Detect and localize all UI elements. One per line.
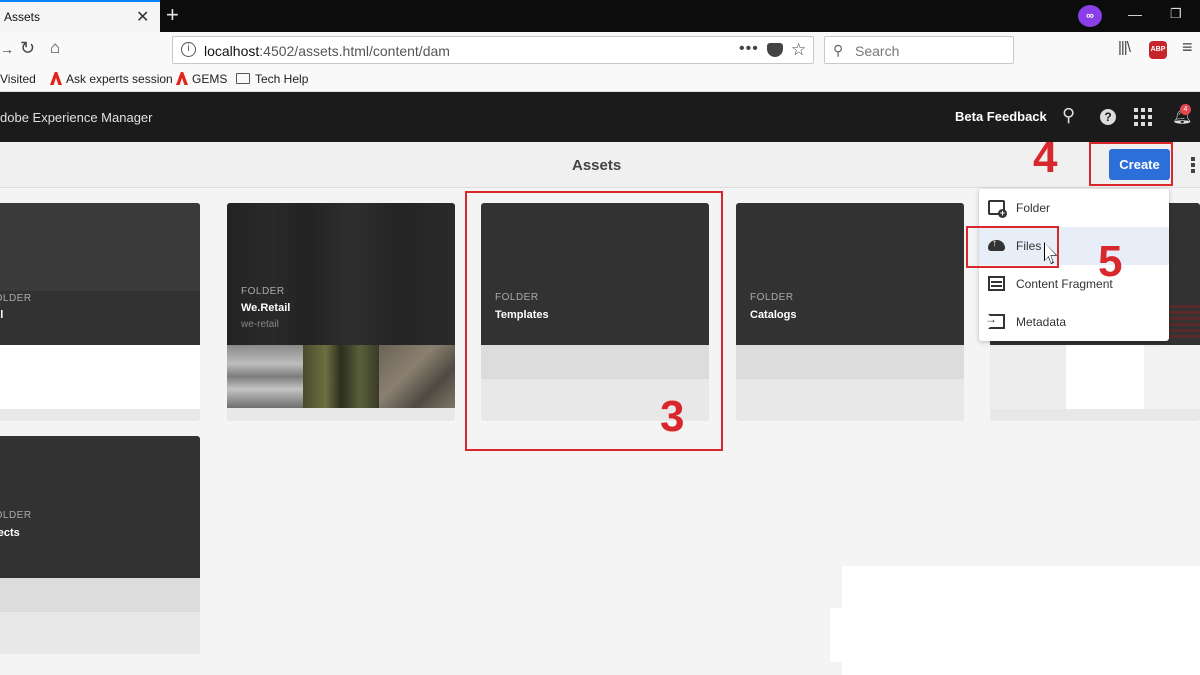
bookmark-ask-experts[interactable]: Ask experts session xyxy=(50,72,173,86)
card-name: We.Retail xyxy=(241,302,291,314)
private-browsing-mask-icon: ∞ xyxy=(1078,5,1102,27)
folder-card[interactable]: FOLDER Catalogs xyxy=(736,203,964,421)
bookmark-label: Tech Help xyxy=(255,72,309,86)
menu-item-label: Folder xyxy=(1016,201,1051,215)
search-icon[interactable]: ⚲ xyxy=(1062,105,1075,126)
asset-thumbnail xyxy=(379,345,455,408)
folder-card[interactable]: FOLDER vel xyxy=(0,203,200,421)
window-minimize-icon[interactable]: — xyxy=(1128,6,1142,22)
bookmarks-bar: Visited Ask experts session GEMS Tech He… xyxy=(0,68,1200,92)
menu-item-label: Metadata xyxy=(1016,315,1067,329)
card-type-label: FOLDER xyxy=(241,286,285,297)
card-subtitle: we-retail xyxy=(241,319,279,330)
window-restore-icon[interactable]: ❐ xyxy=(1170,6,1182,22)
url-path: :4502/assets.html/content/dam xyxy=(259,43,450,59)
app-title[interactable]: dobe Experience Manager xyxy=(0,110,153,125)
reload-icon[interactable]: ↻ xyxy=(20,38,35,59)
action-bar: Assets Create xyxy=(0,142,1200,188)
tab-close-icon[interactable]: ✕ xyxy=(136,7,149,27)
url-host: localhost xyxy=(204,43,260,59)
menu-item-folder[interactable]: Folder xyxy=(979,189,1169,227)
bookmark-tech-help[interactable]: Tech Help xyxy=(236,72,308,86)
page-title: Assets xyxy=(572,157,622,174)
card-type-label: FOLDER xyxy=(0,510,32,521)
folder-card[interactable]: FOLDER We.Retail we-retail xyxy=(227,203,455,421)
asset-thumbnail xyxy=(227,345,303,408)
adobe-logo-icon xyxy=(176,72,188,85)
url-text[interactable]: localhost:4502/assets.html/content/dam xyxy=(204,43,450,59)
metadata-import-icon xyxy=(985,312,1005,329)
page-actions-icon[interactable]: ••• xyxy=(739,40,759,58)
solutions-grid-icon[interactable] xyxy=(1134,108,1152,126)
annotation-box-files xyxy=(966,226,1059,268)
pocket-icon[interactable] xyxy=(767,43,783,57)
card-name: ojects xyxy=(0,527,20,539)
beta-feedback-link[interactable]: Beta Feedback xyxy=(955,109,1047,124)
annotation-step-5: 5 xyxy=(1098,237,1123,286)
tab-title: Assets xyxy=(4,10,41,24)
card-name: vel xyxy=(0,309,4,321)
bookmark-most-visited[interactable]: Visited xyxy=(0,72,36,86)
annotation-step-3: 3 xyxy=(660,392,685,441)
annotation-box-create xyxy=(1089,142,1173,186)
browser-nav-bar: → ↻ ⌂ i localhost:4502/assets.html/conte… xyxy=(0,32,1200,68)
more-options-icon[interactable] xyxy=(1191,157,1195,173)
menu-item-metadata[interactable]: Metadata xyxy=(979,303,1169,341)
notification-count-badge: 4 xyxy=(1180,104,1191,115)
hamburger-menu-icon[interactable]: ≡ xyxy=(1182,37,1193,58)
adblock-plus-icon[interactable]: ABP xyxy=(1149,41,1167,59)
folder-icon xyxy=(236,73,250,84)
library-icon[interactable]: |||\ xyxy=(1118,39,1131,56)
card-type-label: FOLDER xyxy=(750,292,794,303)
url-bar[interactable]: i localhost:4502/assets.html/content/dam… xyxy=(172,36,814,64)
bookmark-label: GEMS xyxy=(192,72,228,86)
aem-header: dobe Experience Manager Beta Feedback ⚲ … xyxy=(0,92,1200,142)
bookmark-gems[interactable]: GEMS xyxy=(176,72,227,86)
bookmark-label: Ask experts session xyxy=(66,72,173,86)
bookmark-star-icon[interactable]: ☆ xyxy=(791,40,806,60)
help-icon[interactable]: ? xyxy=(1100,109,1116,125)
browser-tab-bar: Assets ✕ + ∞ — ❐ xyxy=(0,0,1200,32)
home-icon[interactable]: ⌂ xyxy=(50,38,60,58)
browser-tab-assets[interactable]: Assets ✕ xyxy=(0,0,160,32)
search-placeholder: Search xyxy=(855,43,900,59)
adobe-logo-icon xyxy=(50,72,62,85)
asset-thumbnail xyxy=(303,345,379,408)
card-type-label: FOLDER xyxy=(0,293,32,304)
search-icon: ⚲ xyxy=(833,42,844,58)
blank-area xyxy=(830,608,1078,662)
forward-icon[interactable]: → xyxy=(0,41,14,57)
annotation-step-4: 4 xyxy=(1033,133,1058,182)
folder-card[interactable]: FOLDER ojects xyxy=(0,436,200,654)
content-fragment-icon xyxy=(988,276,1005,291)
menu-item-content-fragment[interactable]: Content Fragment xyxy=(979,265,1169,303)
card-name: Catalogs xyxy=(750,309,797,321)
browser-search-input[interactable]: ⚲ Search xyxy=(824,36,1014,64)
site-info-icon[interactable]: i xyxy=(181,42,196,57)
folder-add-icon xyxy=(988,200,1007,218)
new-tab-button[interactable]: + xyxy=(166,2,179,28)
